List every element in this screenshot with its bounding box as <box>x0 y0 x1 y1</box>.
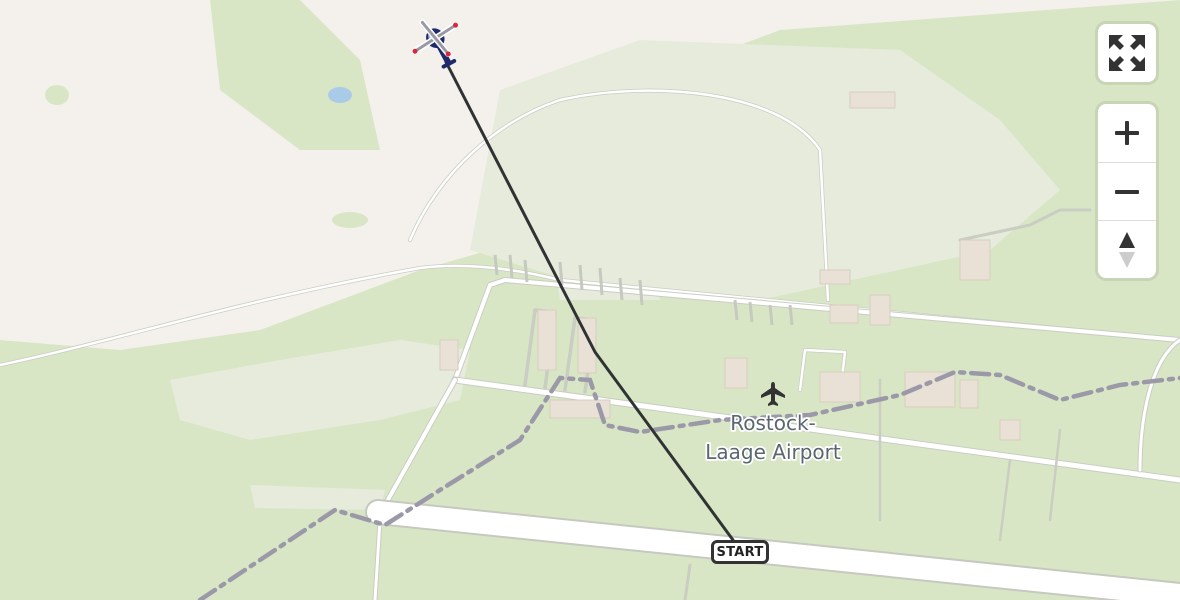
fullscreen-control <box>1098 24 1156 82</box>
zoom-in-button[interactable] <box>1098 104 1156 162</box>
pond <box>328 87 352 103</box>
map-canvas[interactable]: Rostock- Laage Airport <box>0 0 1180 600</box>
airport-label-line1: Rostock- <box>730 411 816 435</box>
reset-bearing-button[interactable] <box>1098 220 1156 278</box>
plus-icon <box>1115 121 1139 145</box>
expand-arrows-icon <box>1109 35 1145 71</box>
start-badge: START <box>711 540 769 564</box>
airport-label-line2: Laage Airport <box>705 440 841 464</box>
compass-north-icon <box>1119 231 1135 268</box>
zoom-out-button[interactable] <box>1098 162 1156 220</box>
minus-icon <box>1115 189 1139 194</box>
fullscreen-button[interactable] <box>1098 24 1156 82</box>
zoom-control <box>1098 104 1156 278</box>
